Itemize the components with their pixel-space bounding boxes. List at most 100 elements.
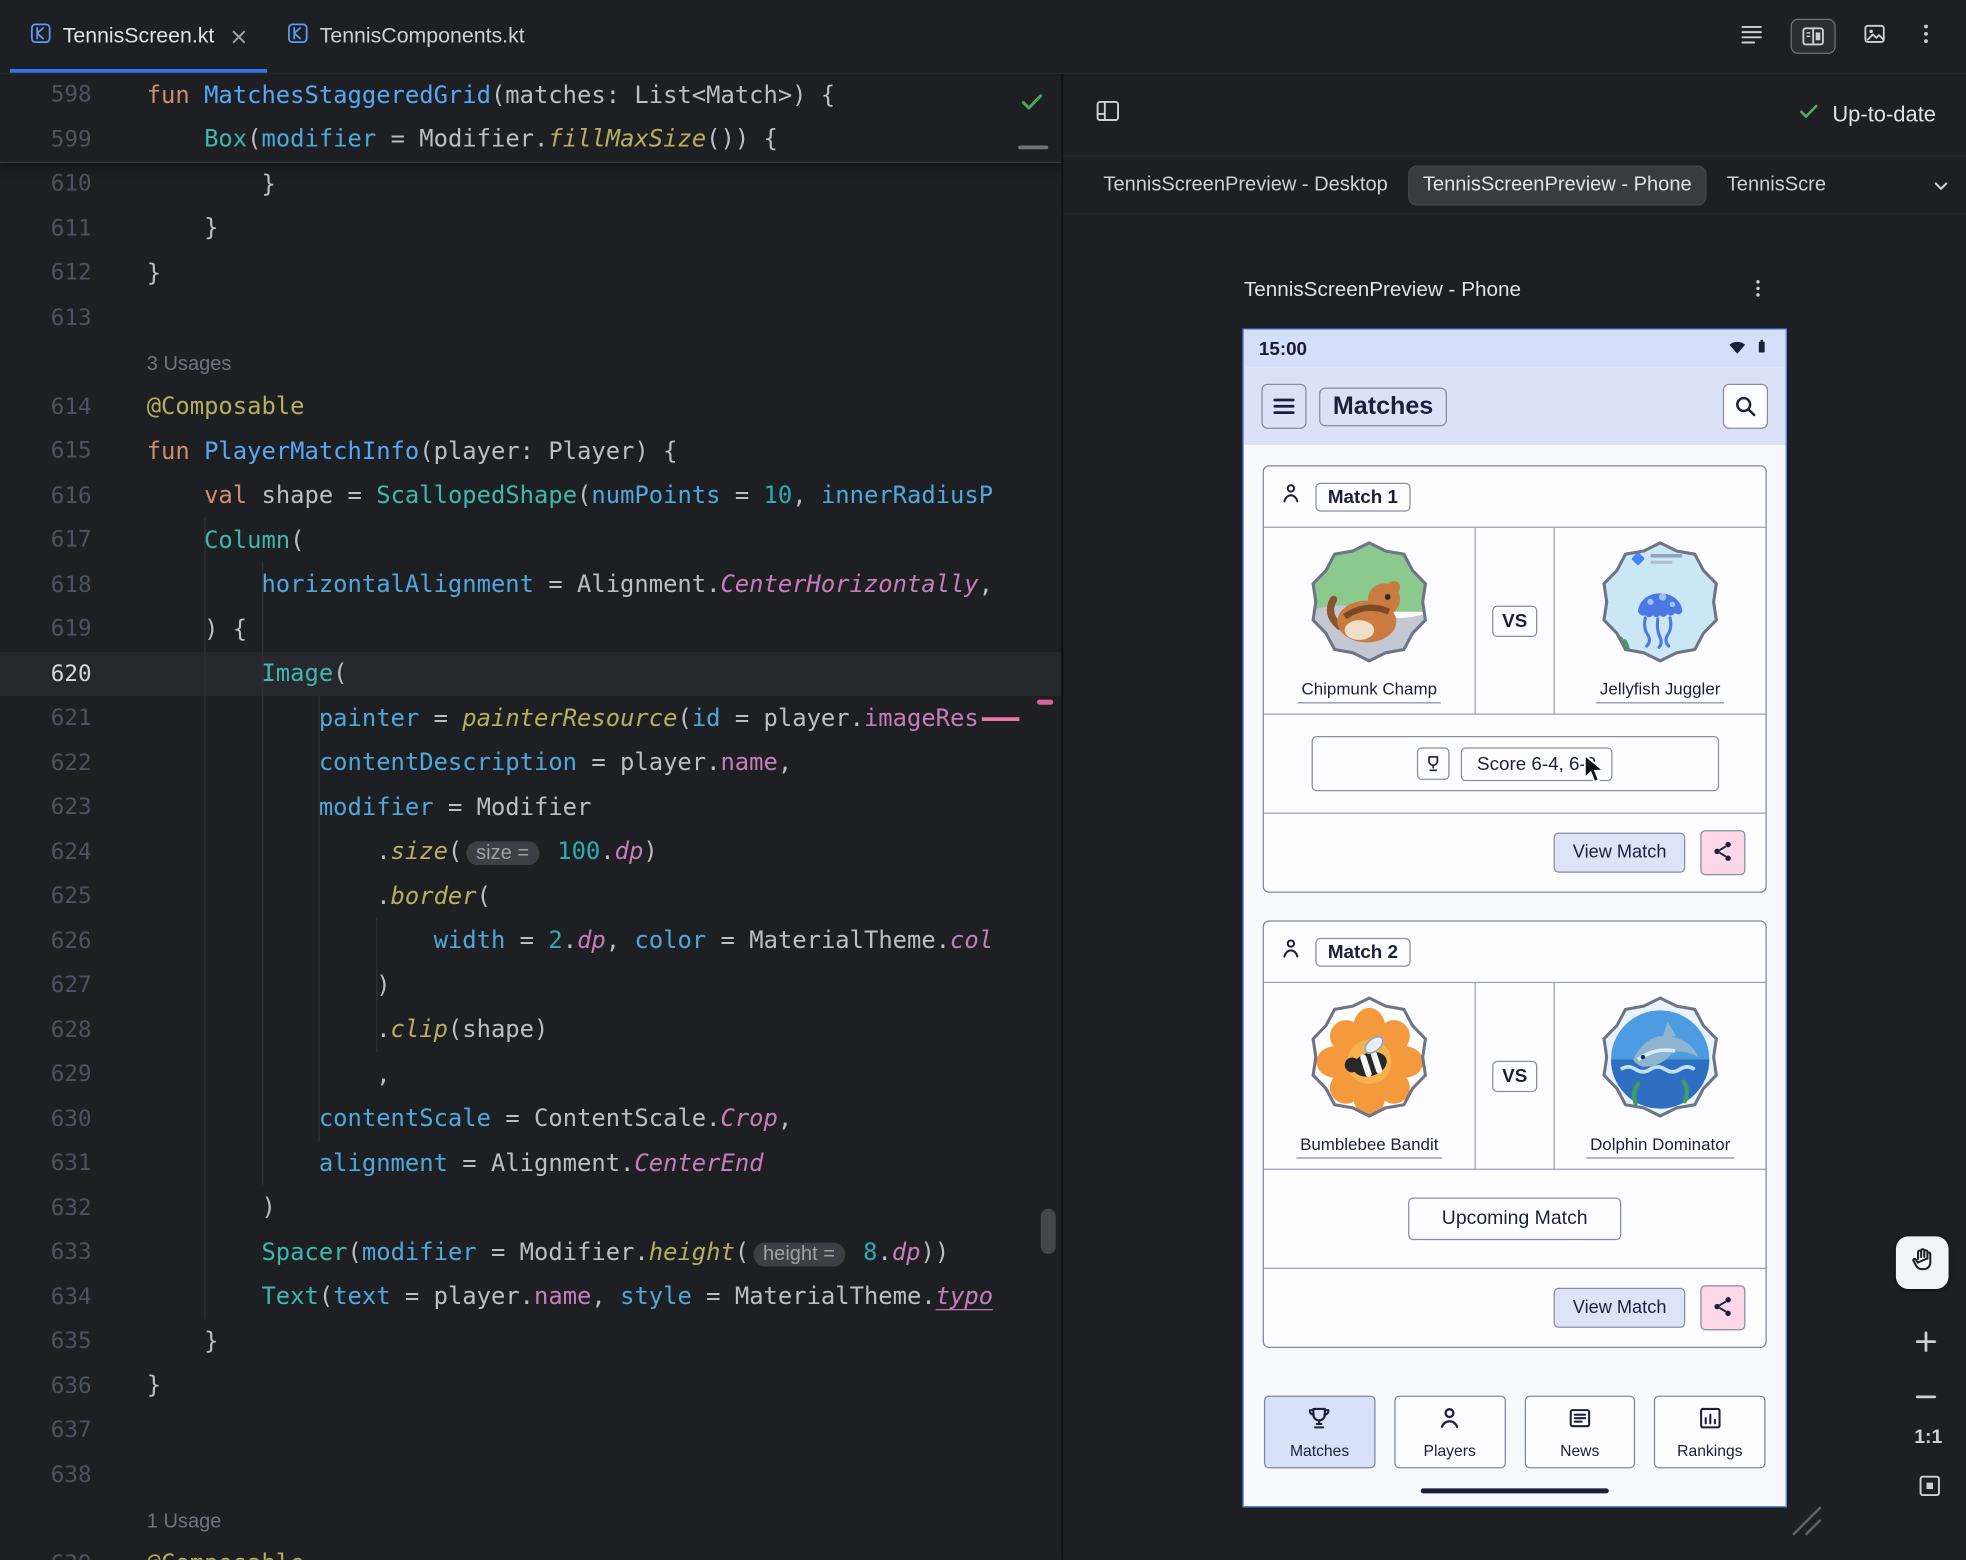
player-avatar[interactable]	[1308, 540, 1431, 669]
line-number[interactable]: 639	[0, 1551, 147, 1560]
code-line[interactable]: 621 painter = painterResource(id = playe…	[0, 696, 1061, 741]
player-avatar[interactable]	[1599, 540, 1722, 669]
code-line[interactable]: 632 )	[0, 1186, 1061, 1231]
preview-tab[interactable]: TennisScre	[1712, 165, 1841, 205]
code-line[interactable]: 630 contentScale = ContentScale.Crop,	[0, 1097, 1061, 1142]
line-number[interactable]: 598	[0, 82, 147, 108]
line-number[interactable]: 621	[0, 705, 147, 731]
code-line[interactable]: 624 .size(size = 100.dp)	[0, 829, 1061, 874]
search-button[interactable]	[1723, 384, 1768, 429]
code-line[interactable]: 622 contentDescription = player.name,	[0, 740, 1061, 785]
code-line[interactable]: 639@Composable	[0, 1542, 1061, 1560]
line-number[interactable]: 636	[0, 1373, 147, 1399]
code-line[interactable]: 620 Image(	[0, 651, 1061, 696]
view-match-button[interactable]: View Match	[1554, 1288, 1685, 1328]
line-number[interactable]: 619	[0, 616, 147, 642]
line-number[interactable]: 617	[0, 527, 147, 553]
scrollbar-thumb[interactable]	[1041, 1209, 1056, 1254]
editor-tab[interactable]: TennisComponents.kt	[267, 0, 545, 73]
code-line[interactable]: 635 }	[0, 1319, 1061, 1364]
line-number[interactable]: 635	[0, 1328, 147, 1354]
line-number[interactable]: 614	[0, 393, 147, 419]
code-line[interactable]: 3 Usages	[0, 340, 1061, 385]
line-number[interactable]: 624	[0, 839, 147, 865]
code-line[interactable]: 617 Column(	[0, 518, 1061, 563]
resize-grip[interactable]	[1788, 1502, 1823, 1543]
phone-preview[interactable]: 15:00 Matches	[1243, 329, 1787, 1508]
line-number[interactable]: 625	[0, 883, 147, 909]
code-line[interactable]: 618 horizontalAlignment = Alignment.Cent…	[0, 562, 1061, 607]
line-number[interactable]: 599	[0, 126, 147, 152]
code-line[interactable]: 598fun MatchesStaggeredGrid(matches: Lis…	[0, 73, 1061, 118]
editor-tab[interactable]: TennisScreen.kt	[10, 0, 267, 73]
chevron-down-icon[interactable]	[1918, 157, 1953, 213]
code-line[interactable]: 634 Text(text = player.name, style = Mat…	[0, 1275, 1061, 1320]
code-line[interactable]: 611 }	[0, 206, 1061, 251]
zoom-level-button[interactable]: 1:1	[1914, 1427, 1942, 1450]
line-number[interactable]: 618	[0, 571, 147, 597]
code-line[interactable]: 633 Spacer(modifier = Modifier.height(he…	[0, 1230, 1061, 1275]
zoom-in-button[interactable]	[1911, 1327, 1941, 1357]
line-number[interactable]: 612	[0, 260, 147, 286]
nav-item-news[interactable]: News	[1524, 1396, 1635, 1469]
line-number[interactable]: 627	[0, 972, 147, 998]
line-number[interactable]: 633	[0, 1239, 147, 1265]
line-number[interactable]: 637	[0, 1417, 147, 1443]
share-button[interactable]	[1700, 830, 1745, 875]
code-line[interactable]: 610 }	[0, 162, 1061, 207]
code-line[interactable]: 636}	[0, 1364, 1061, 1409]
code-line[interactable]: 637	[0, 1408, 1061, 1453]
line-number[interactable]: 629	[0, 1061, 147, 1087]
nav-item-matches[interactable]: Matches	[1264, 1396, 1375, 1469]
error-stripe-mark[interactable]	[1037, 700, 1053, 705]
list-icon[interactable]	[1738, 19, 1766, 53]
menu-button[interactable]	[1261, 384, 1306, 429]
fit-screen-button[interactable]	[1916, 1472, 1944, 1500]
line-number[interactable]: 622	[0, 750, 147, 776]
preview-layout-icon[interactable]	[1093, 97, 1122, 132]
line-number[interactable]: 615	[0, 438, 147, 464]
code-line[interactable]: 631 alignment = Alignment.CenterEnd	[0, 1141, 1061, 1186]
code-line[interactable]: 638	[0, 1453, 1061, 1498]
nav-item-rankings[interactable]: Rankings	[1654, 1396, 1765, 1469]
line-number[interactable]: 626	[0, 928, 147, 954]
code-line[interactable]: 614@Composable	[0, 384, 1061, 429]
code-line[interactable]: 612}	[0, 251, 1061, 296]
code-line[interactable]: 599 Box(modifier = Modifier.fillMaxSize(…	[0, 117, 1061, 162]
preview-tab[interactable]: TennisScreenPreview - Desktop	[1088, 165, 1402, 205]
code-line[interactable]: 615fun PlayerMatchInfo(player: Player) {	[0, 429, 1061, 474]
view-match-button[interactable]: View Match	[1554, 833, 1685, 873]
line-number[interactable]: 610	[0, 171, 147, 197]
code-line[interactable]: 625 .border(	[0, 874, 1061, 919]
code-line[interactable]: 626 width = 2.dp, color = MaterialTheme.…	[0, 918, 1061, 963]
preview-more-icon[interactable]	[1747, 276, 1770, 307]
line-number[interactable]: 623	[0, 794, 147, 820]
line-number[interactable]: 628	[0, 1017, 147, 1043]
image-icon[interactable]	[1861, 19, 1889, 53]
split-editor-icon[interactable]	[1791, 19, 1836, 54]
zoom-out-button[interactable]	[1911, 1382, 1941, 1412]
player-avatar[interactable]	[1308, 996, 1431, 1125]
line-number[interactable]: 634	[0, 1284, 147, 1310]
code-line[interactable]: 628 .clip(shape)	[0, 1008, 1061, 1053]
line-number[interactable]: 613	[0, 304, 147, 330]
code-line[interactable]: 629 ,	[0, 1052, 1061, 1097]
line-number[interactable]: 620	[0, 660, 147, 686]
nav-item-players[interactable]: Players	[1394, 1396, 1505, 1469]
line-number[interactable]: 611	[0, 215, 147, 241]
line-number[interactable]: 632	[0, 1195, 147, 1221]
player-avatar[interactable]	[1599, 996, 1722, 1125]
share-button[interactable]	[1700, 1285, 1745, 1330]
line-number[interactable]: 616	[0, 482, 147, 508]
code-line[interactable]: 613	[0, 295, 1061, 340]
code-line[interactable]: 619 ) {	[0, 607, 1061, 652]
pan-tool-button[interactable]	[1896, 1236, 1949, 1289]
line-number[interactable]: 631	[0, 1150, 147, 1176]
preview-tab[interactable]: TennisScreenPreview - Phone	[1408, 165, 1707, 205]
line-number[interactable]: 638	[0, 1462, 147, 1488]
line-number[interactable]: 630	[0, 1106, 147, 1132]
code-editor[interactable]: 610 }611 }612}6133 Usages614@Composable6…	[0, 73, 1062, 1560]
code-line[interactable]: 1 Usage	[0, 1497, 1061, 1542]
code-line[interactable]: 623 modifier = Modifier	[0, 785, 1061, 830]
close-icon[interactable]	[231, 28, 247, 44]
